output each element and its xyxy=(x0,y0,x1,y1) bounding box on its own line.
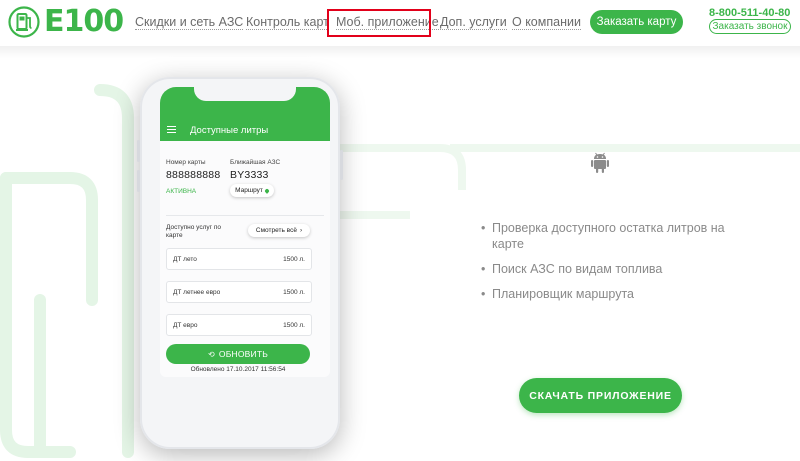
order-card-button[interactable]: Заказать карту xyxy=(590,10,683,34)
download-app-button[interactable]: СКАЧАТЬ ПРИЛОЖЕНИЕ xyxy=(519,378,682,413)
fuel-pump-logo-icon xyxy=(8,6,40,38)
refresh-label: ОБНОВИТЬ xyxy=(218,349,268,359)
nav-extra-services[interactable]: Доп. услуги xyxy=(440,15,507,30)
fuel-row: ДТ летнее евро 1500 л. xyxy=(166,281,312,303)
phone-side-button xyxy=(340,150,343,180)
refresh-icon: ⟲ xyxy=(208,349,215,359)
nearest-station-label: Ближайшая АЗС xyxy=(230,159,281,166)
refresh-button: ⟲ ОБНОВИТЬ xyxy=(166,344,310,364)
e100-logo[interactable]: E100 xyxy=(8,4,124,39)
fuel-name: ДТ евро xyxy=(173,322,198,329)
header-shadow xyxy=(0,46,800,58)
fuel-amount: 1500 л. xyxy=(283,256,305,263)
logo-text: E100 xyxy=(44,4,124,39)
divider xyxy=(166,215,324,216)
feature-item: Проверка доступного остатка литров на ка… xyxy=(481,220,731,252)
feature-item: Планировщик маршрута xyxy=(481,286,731,302)
see-all-label: Смотреть всё xyxy=(255,227,297,234)
nav-card-control[interactable]: Контроль карт xyxy=(246,15,329,30)
site-header: E100 Скидки и сеть АЗС Контроль карт Моб… xyxy=(0,0,800,46)
phone-number[interactable]: 8-800-511-40-80 xyxy=(709,7,790,19)
phone-notch xyxy=(194,87,296,101)
app-bar: Доступные литры xyxy=(160,87,330,141)
hamburger-menu-icon xyxy=(167,126,176,133)
fuel-name: ДТ летнее евро xyxy=(173,289,221,296)
nav-mobile-app-highlight xyxy=(327,9,431,37)
fuel-amount: 1500 л. xyxy=(283,322,305,329)
updated-timestamp: Обновлено 17.10.2017 11:56:54 xyxy=(190,366,286,373)
card-number-value: 888888888 xyxy=(166,169,221,181)
request-callback-button[interactable]: Заказать звонок xyxy=(709,19,791,34)
nav-discounts-stations[interactable]: Скидки и сеть АЗС xyxy=(135,15,244,30)
services-available-label: Доступно услуг по карте xyxy=(166,224,221,239)
route-button: Маршрут xyxy=(230,184,274,197)
fuel-row: ДТ лето 1500 л. xyxy=(166,248,312,270)
see-all-button: Смотреть всё › xyxy=(248,224,310,237)
fuel-row: ДТ евро 1500 л. xyxy=(166,314,312,336)
fuel-name: ДТ лето xyxy=(173,256,197,263)
phone-side-button xyxy=(137,140,140,162)
map-pin-icon xyxy=(264,187,270,194)
nearest-station-value: BY3333 xyxy=(230,169,269,181)
card-number-label: Номер карты xyxy=(166,159,206,166)
phone-side-button xyxy=(137,170,140,192)
feature-list: Проверка доступного остатка литров на ка… xyxy=(481,220,731,302)
fuel-amount: 1500 л. xyxy=(283,289,305,296)
android-icon[interactable] xyxy=(590,152,610,174)
chevron-right-icon: › xyxy=(299,227,303,234)
feature-item: Поиск АЗС по видам топлива xyxy=(481,261,731,277)
card-status-badge: АКТИВНА xyxy=(166,188,197,195)
nav-about-company[interactable]: О компании xyxy=(512,15,581,30)
app-screen: Доступные литры Номер карты 888888888 АК… xyxy=(160,87,330,377)
route-button-label: Маршрут xyxy=(235,187,263,194)
app-title: Доступные литры xyxy=(190,125,269,136)
